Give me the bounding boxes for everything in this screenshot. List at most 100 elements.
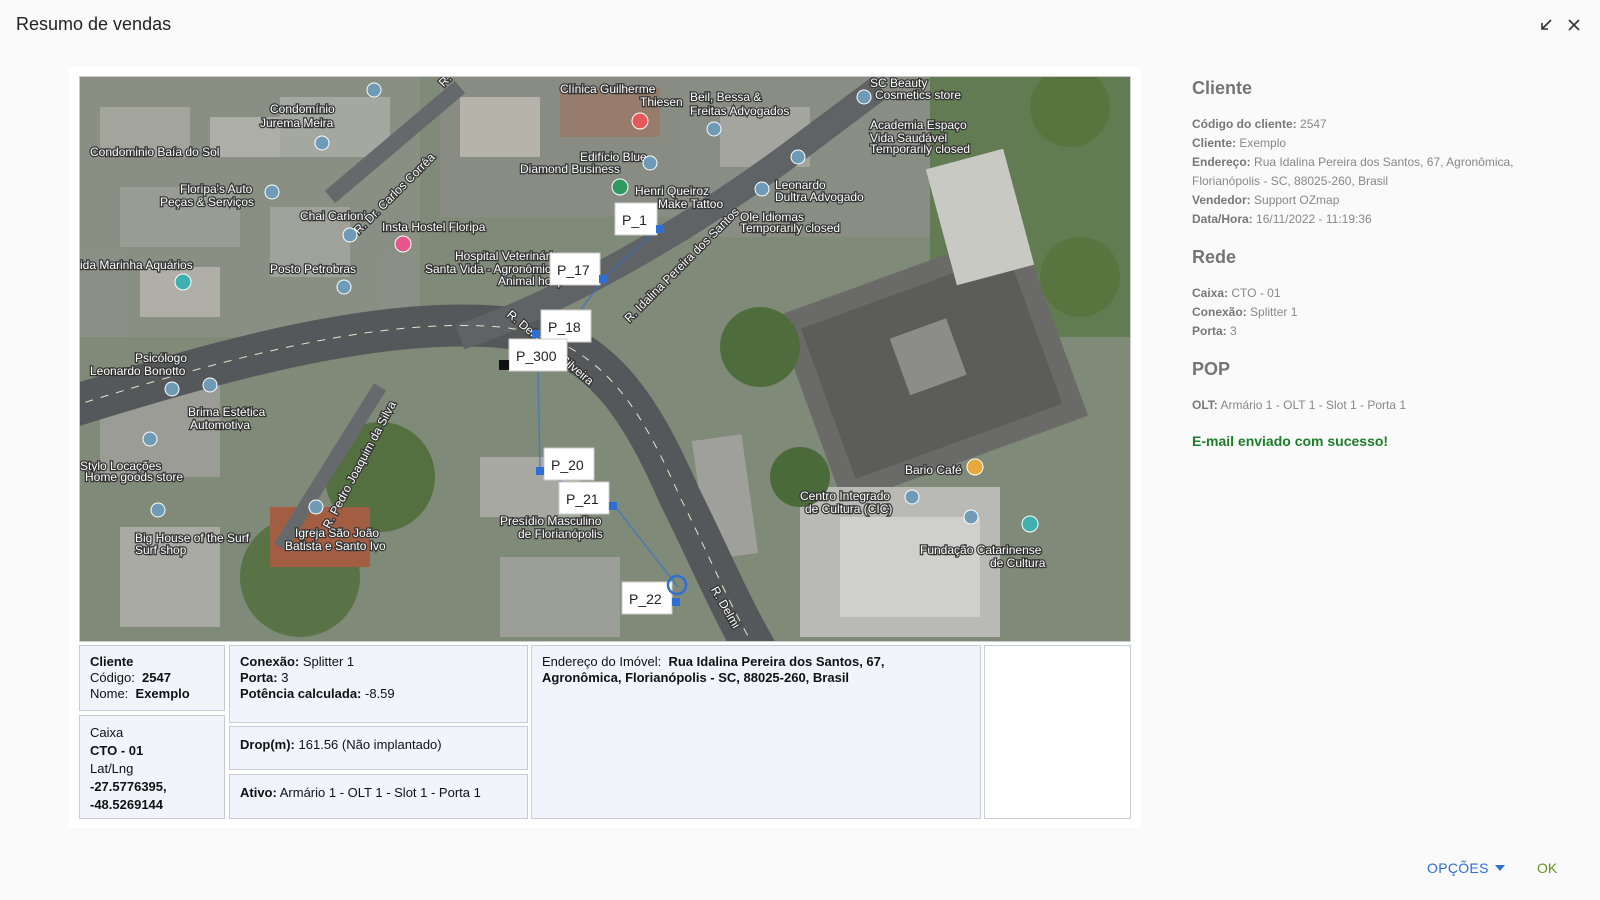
grid-porta-value: 3 bbox=[281, 670, 289, 685]
grid-endereco-label: Endereço do Imóvel: bbox=[542, 654, 662, 669]
svg-text:ida Marinha Aquários: ida Marinha Aquários bbox=[80, 258, 193, 272]
marker-p18[interactable]: P_18 bbox=[532, 309, 592, 343]
svg-text:Centro Integrado: Centro Integrado bbox=[800, 489, 890, 503]
rede-caixa-label: Caixa: bbox=[1192, 286, 1229, 300]
svg-text:Condomínio: Condomínio bbox=[270, 102, 335, 116]
options-button[interactable]: OPÇÕES bbox=[1427, 860, 1505, 876]
svg-text:Igreja São João: Igreja São João bbox=[295, 526, 379, 540]
marker-p18-label: P_18 bbox=[548, 319, 581, 335]
marker-p22-label: P_22 bbox=[629, 591, 662, 607]
grid-nome-value: Exemplo bbox=[135, 686, 190, 701]
svg-text:Freitas Advogados: Freitas Advogados bbox=[690, 104, 789, 118]
grid-drop-label: Drop(m): bbox=[240, 737, 295, 752]
cliente-value: Exemplo bbox=[1239, 136, 1287, 150]
svg-text:Clínica Guilherme: Clínica Guilherme bbox=[560, 82, 656, 96]
svg-text:Hospital Veterinário: Hospital Veterinário bbox=[455, 249, 559, 263]
grid-caixa-value: CTO - 01 bbox=[90, 743, 144, 758]
grid-endereco: Endereço do Imóvel: Rua Idalina Pereira … bbox=[531, 645, 981, 819]
marker-p21[interactable]: P_21 bbox=[558, 481, 617, 515]
codigo-cliente-label: Código do cliente: bbox=[1192, 117, 1297, 131]
endereco-value-2: Florianópolis - SC, 88025-260, Brasil bbox=[1192, 174, 1389, 188]
rede-porta-value: 3 bbox=[1230, 324, 1237, 338]
minimize-button[interactable] bbox=[1536, 14, 1556, 36]
svg-text:Henri Queiroz: Henri Queiroz bbox=[635, 184, 709, 198]
grid-ativo-label: Ativo: bbox=[240, 785, 277, 800]
marker-p20[interactable]: P_20 bbox=[536, 447, 595, 481]
grid-endereco-value-2: Agronômica, Florianópolis - SC, 88025-26… bbox=[542, 670, 850, 685]
rede-heading: Rede bbox=[1192, 247, 1237, 267]
grid-lng-value: -48.5269144 bbox=[90, 797, 164, 812]
svg-text:Peças & Serviços: Peças & Serviços bbox=[160, 195, 254, 209]
svg-text:Fundação Catarinense: Fundação Catarinense bbox=[920, 543, 1042, 557]
marker-p17[interactable]: P_17 bbox=[549, 252, 607, 286]
svg-text:Home goods store: Home goods store bbox=[85, 470, 183, 484]
grid-endereco-value-1: Rua Idalina Pereira dos Santos, 67, bbox=[668, 654, 885, 669]
window-title: Resumo de vendas bbox=[16, 14, 172, 34]
grid-latlng-label: Lat/Lng bbox=[90, 761, 134, 776]
svg-text:Presídio Masculino: Presídio Masculino bbox=[500, 514, 602, 528]
svg-text:Temporarily closed: Temporarily closed bbox=[870, 142, 970, 156]
svg-text:Floripa's Auto: Floripa's Auto bbox=[180, 182, 253, 196]
marker-p20-label: P_20 bbox=[551, 457, 584, 473]
svg-text:de Cultura (CIC): de Cultura (CIC) bbox=[805, 502, 892, 516]
marker-p1[interactable]: P_1 bbox=[614, 202, 664, 236]
close-button[interactable] bbox=[1564, 14, 1584, 36]
svg-text:Condominio Baía do Sol: Condominio Baía do Sol bbox=[90, 145, 219, 159]
rede-conexao-label: Conexão: bbox=[1192, 305, 1247, 319]
rede-porta-label: Porta: bbox=[1192, 324, 1227, 338]
svg-text:Temporarily closed: Temporarily closed bbox=[740, 221, 840, 235]
svg-text:de Florianópolis: de Florianópolis bbox=[518, 527, 603, 541]
marker-p21-label: P_21 bbox=[566, 491, 599, 507]
olt-value: Armário 1 - OLT 1 - Slot 1 - Porta 1 bbox=[1220, 398, 1407, 412]
close-icon bbox=[1568, 19, 1580, 31]
grid-codigo-value: 2547 bbox=[142, 670, 171, 685]
svg-text:Automotiva: Automotiva bbox=[190, 418, 250, 432]
pop-heading: POP bbox=[1192, 359, 1231, 379]
svg-text:Make Tattoo: Make Tattoo bbox=[658, 197, 723, 211]
grid-conexao-label: Conexão: bbox=[240, 654, 300, 669]
svg-text:Posto Petrobras: Posto Petrobras bbox=[270, 262, 356, 276]
data-hora-label: Data/Hora: bbox=[1192, 212, 1253, 226]
svg-text:Jurema Meira: Jurema Meira bbox=[260, 116, 334, 130]
svg-text:Dultra Advogado: Dultra Advogado bbox=[775, 190, 864, 204]
options-label: OPÇÕES bbox=[1427, 860, 1489, 876]
marker-p300[interactable]: P_300 bbox=[499, 338, 568, 372]
cliente-heading: Cliente bbox=[1192, 78, 1253, 98]
grid-drop: Drop(m): 161.56 (Não implantado) bbox=[229, 726, 528, 770]
grid-cliente: Cliente Código: 2547 Nome: Exemplo bbox=[79, 645, 225, 711]
grid-lat-value: -27.5776395, bbox=[90, 779, 167, 794]
svg-text:Beil, Bessa &: Beil, Bessa & bbox=[690, 90, 761, 104]
svg-text:Diamond Business: Diamond Business bbox=[520, 162, 620, 176]
grid-ativo-value: Armário 1 - OLT 1 - Slot 1 - Porta 1 bbox=[279, 785, 481, 800]
grid-caixa-title: Caixa bbox=[90, 725, 124, 740]
marker-p1-label: P_1 bbox=[622, 212, 647, 228]
rede-caixa-value: CTO - 01 bbox=[1231, 286, 1281, 300]
endereco-label: Endereço: bbox=[1192, 155, 1251, 169]
grid-cliente-title: Cliente bbox=[90, 654, 134, 669]
svg-text:Batista e Santo Ivo: Batista e Santo Ivo bbox=[285, 539, 386, 553]
grid-ativo: Ativo: Armário 1 - OLT 1 - Slot 1 - Port… bbox=[229, 774, 528, 819]
cliente-label: Cliente: bbox=[1192, 136, 1237, 150]
grid-potencia-label: Potência calculada: bbox=[240, 686, 362, 701]
grid-porta-label: Porta: bbox=[240, 670, 278, 685]
grid-conexao-value: Splitter 1 bbox=[302, 654, 355, 669]
grid-codigo-label: Código: bbox=[90, 670, 135, 685]
summary-panel: Cliente Código do cliente: 2547 Cliente:… bbox=[1192, 78, 1562, 449]
vendedor-label: Vendedor: bbox=[1192, 193, 1251, 207]
endereco-value-1: Rua Idalina Pereira dos Santos, 67, Agro… bbox=[1254, 155, 1514, 169]
satellite-map[interactable]: Condomínio Jurema Meira Condominio Baía … bbox=[79, 76, 1131, 642]
svg-text:Academia Espaço: Academia Espaço bbox=[870, 118, 967, 132]
ok-button[interactable]: OK bbox=[1537, 860, 1557, 876]
vendedor-value: Support OZmap bbox=[1254, 193, 1340, 207]
marker-p17-label: P_17 bbox=[557, 262, 590, 278]
map-canvas: Condomínio Jurema Meira Condominio Baía … bbox=[80, 77, 1130, 641]
svg-text:Psicólogo: Psicólogo bbox=[135, 351, 187, 365]
caret-down-icon bbox=[1494, 865, 1505, 871]
svg-text:de Cultura: de Cultura bbox=[990, 556, 1046, 570]
svg-text:Leonardo Bonotto: Leonardo Bonotto bbox=[90, 364, 186, 378]
svg-text:Cosmetics store: Cosmetics store bbox=[875, 88, 961, 102]
grid-conexao: Conexão: Splitter 1 Porta: 3 Potência ca… bbox=[229, 645, 528, 723]
svg-text:Insta Hostel Floripa: Insta Hostel Floripa bbox=[382, 220, 486, 234]
success-message: E-mail enviado com sucesso! bbox=[1192, 433, 1389, 449]
svg-text:Bario Café: Bario Café bbox=[905, 463, 962, 477]
